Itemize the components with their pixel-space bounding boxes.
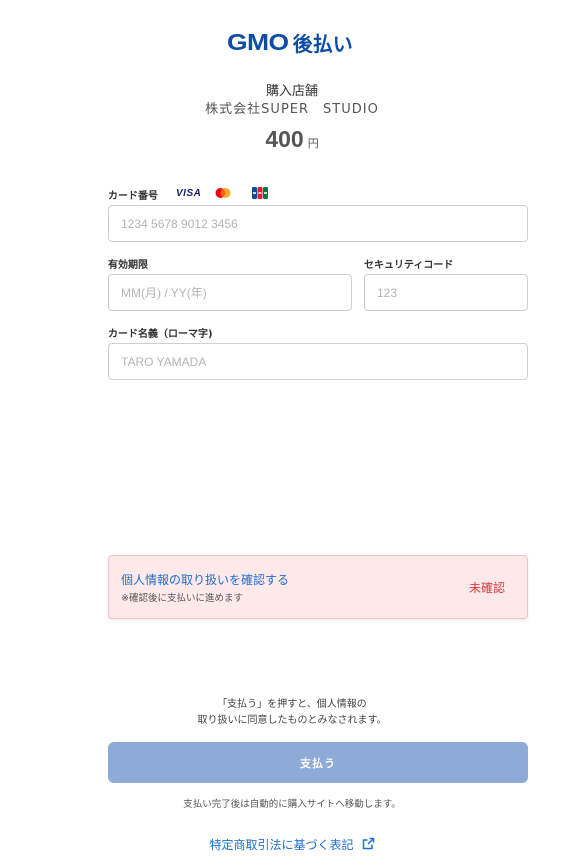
shop-name: 株式会社SUPER STUDIO — [205, 102, 379, 117]
jcb-logo-icon — [252, 186, 268, 200]
payment-amount: 400 円 — [0, 126, 584, 153]
privacy-status-badge: 未確認 — [468, 581, 505, 595]
commercial-law-link[interactable]: 特定商取引法に基づく表記 — [0, 836, 584, 853]
security-code-label: セキュリティコード — [364, 260, 454, 271]
gmo-logo: GMO 後払い — [0, 28, 584, 57]
shop-label: 購入店舗 — [265, 84, 318, 99]
card-holder-label: カード名義（ローマ字) — [108, 329, 213, 340]
logo-atobarai-text: 後払い — [292, 32, 353, 56]
pay-button[interactable]: 支払う — [108, 742, 528, 783]
mastercard-logo-icon — [214, 186, 232, 200]
privacy-confirm-link[interactable]: 個人情報の取り扱いを確認する — [121, 571, 289, 588]
card-number-label: カード番号 — [108, 191, 158, 202]
privacy-confirm-note: ※確認後に支払いに進めます — [121, 593, 243, 604]
card-holder-input[interactable] — [108, 343, 528, 380]
commercial-law-link-label: 特定商取引法に基づく表記 — [209, 838, 354, 852]
agreement-line-2: 取り扱いに同意したものとみなされます。 — [197, 715, 387, 726]
redirect-note: 支払い完了後は自動的に購入サイトへ移動します。 — [183, 799, 401, 810]
visa-logo-icon: VISA — [176, 187, 202, 199]
expiry-input[interactable] — [108, 274, 352, 311]
amount-unit: 円 — [307, 137, 319, 150]
amount-value: 400 — [265, 126, 304, 152]
security-code-input[interactable] — [364, 274, 528, 311]
card-number-input[interactable] — [108, 205, 528, 242]
logo-gmo-text: GMO — [227, 29, 289, 55]
external-link-icon — [362, 837, 375, 853]
agreement-text: 「支払う」を押すと、個人情報の 取り扱いに同意したものとみなされます。 — [0, 697, 584, 729]
privacy-confirm-panel[interactable]: 個人情報の取り扱いを確認する ※確認後に支払いに進めます 未確認 — [108, 555, 528, 619]
agreement-line-1: 「支払う」を押すと、個人情報の — [217, 699, 367, 710]
expiry-label: 有効期限 — [108, 260, 148, 271]
